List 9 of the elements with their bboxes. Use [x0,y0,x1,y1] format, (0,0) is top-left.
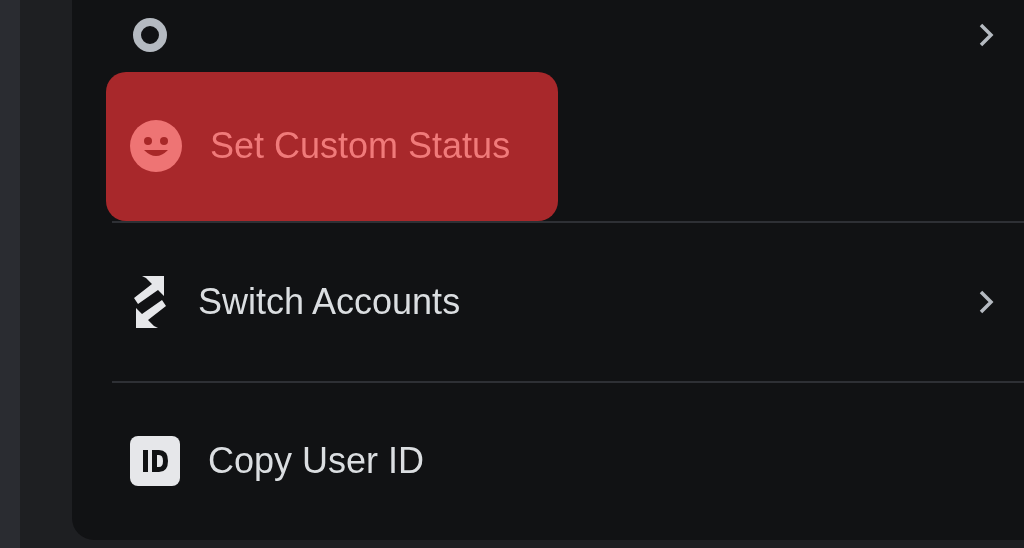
menu-item[interactable]: Copy User ID [106,382,1024,540]
menu-item[interactable]: Switch Accounts [106,223,1024,381]
id-card-icon [130,436,180,487]
menu-label: Switch Accounts [198,280,461,323]
smiley-icon [130,120,182,173]
menu-label: Set Custom Status [210,125,511,168]
chevron-right-icon [978,288,994,315]
menu-label: Copy User ID [208,440,425,483]
chevron-right-icon [978,21,994,48]
